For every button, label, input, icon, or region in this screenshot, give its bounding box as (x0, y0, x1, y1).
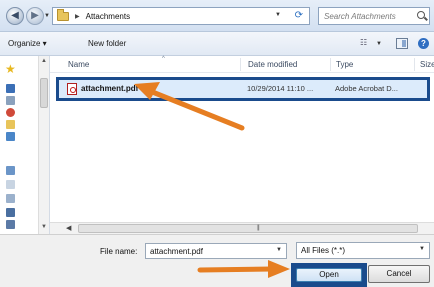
column-header-row: ^ Name Date modified Type Size (50, 56, 434, 73)
folder-icon (57, 8, 69, 21)
navigation-scrollbar[interactable]: ▲ ▼ (38, 56, 49, 234)
column-divider[interactable] (330, 58, 331, 71)
open-button-highlight: Open (291, 263, 367, 287)
column-header-name[interactable]: Name (68, 60, 89, 69)
search-placeholder: Search Attachments (324, 11, 396, 21)
drive-icon[interactable] (6, 194, 15, 203)
views-icon[interactable]: ☷ (360, 38, 374, 49)
dialog-footer: File name: attachment.pdf ▼ All Files (*… (0, 234, 434, 287)
open-button[interactable]: Open (296, 268, 362, 282)
homegroup-icon[interactable] (6, 132, 15, 141)
recent-pages-dropdown-icon[interactable]: ▼ (44, 13, 50, 19)
search-input[interactable]: Search Attachments (318, 7, 430, 25)
computer-icon[interactable] (6, 166, 15, 175)
scroll-up-icon[interactable]: ▲ (41, 58, 47, 64)
address-bar-row: ◀ ▶ ▼ ▶ Attachments ▼ ⟳ Search Attachmen… (0, 0, 434, 32)
file-name-field[interactable]: attachment.pdf ▼ (145, 243, 287, 259)
horizontal-scrollbar[interactable]: ◀ ||| (50, 222, 434, 234)
file-name-label: File name: (100, 247, 138, 256)
scroll-left-icon[interactable]: ◀ (66, 224, 71, 232)
column-divider[interactable] (240, 58, 241, 71)
pdf-file-icon (67, 83, 77, 95)
file-date-modified: 10/29/2014 11:10 ... (247, 84, 314, 93)
refresh-icon[interactable]: ⟳ (295, 10, 303, 21)
file-name[interactable]: attachment.pdf (81, 84, 138, 93)
navigation-pane: ★ ▲ ▼ (0, 56, 50, 234)
file-type: Adobe Acrobat D... (335, 84, 398, 93)
breadcrumb-separator-icon[interactable]: ▶ (75, 13, 80, 20)
sort-ascending-icon: ^ (162, 56, 165, 62)
file-type-filter-select[interactable]: All Files (*.*) ▼ (296, 242, 430, 259)
downloads-icon[interactable] (6, 96, 15, 105)
horizontal-scrollbar-thumb[interactable]: ||| (78, 224, 418, 233)
column-header-date-modified[interactable]: Date modified (248, 60, 297, 69)
address-dropdown-icon[interactable]: ▼ (275, 12, 281, 18)
search-icon[interactable] (417, 11, 425, 19)
column-divider[interactable] (414, 58, 415, 71)
recent-places-icon[interactable] (6, 108, 15, 117)
address-field[interactable]: ▶ Attachments ▼ ⟳ (52, 7, 310, 25)
file-name-dropdown-icon[interactable]: ▼ (276, 247, 282, 253)
network-icon[interactable] (6, 208, 15, 217)
file-type-filter-value[interactable]: All Files (*.*) (301, 246, 345, 255)
command-toolbar: Organize ▾ New folder ☷ ▼ ? (0, 32, 434, 56)
preview-pane-icon[interactable] (396, 38, 408, 49)
help-icon[interactable]: ? (418, 38, 429, 49)
star-icon[interactable]: ★ (5, 63, 16, 75)
file-row[interactable]: attachment.pdf 10/29/2014 11:10 ... Adob… (56, 77, 430, 101)
network-drive-icon[interactable] (6, 220, 15, 229)
local-disk-icon[interactable] (6, 180, 15, 189)
cancel-button[interactable]: Cancel (368, 265, 430, 283)
breadcrumb-attachments[interactable]: Attachments (86, 12, 130, 21)
views-dropdown-icon[interactable]: ▼ (376, 41, 382, 52)
new-folder-button[interactable]: New folder (88, 39, 126, 48)
forward-arrow-icon[interactable]: ▶ (26, 7, 44, 25)
filter-dropdown-icon[interactable]: ▼ (419, 246, 425, 252)
scrollbar-thumb[interactable] (40, 78, 48, 108)
back-arrow-icon[interactable]: ◀ (6, 7, 24, 25)
organize-menu-button[interactable]: Organize ▾ (8, 39, 47, 48)
libraries-icon[interactable] (6, 120, 15, 129)
file-name-value[interactable]: attachment.pdf (150, 247, 203, 256)
desktop-icon[interactable] (6, 84, 15, 93)
scrollbar-grip-icon: ||| (257, 225, 260, 231)
column-header-size[interactable]: Size (420, 60, 434, 69)
column-header-type[interactable]: Type (336, 60, 353, 69)
scroll-down-icon[interactable]: ▼ (41, 224, 47, 230)
